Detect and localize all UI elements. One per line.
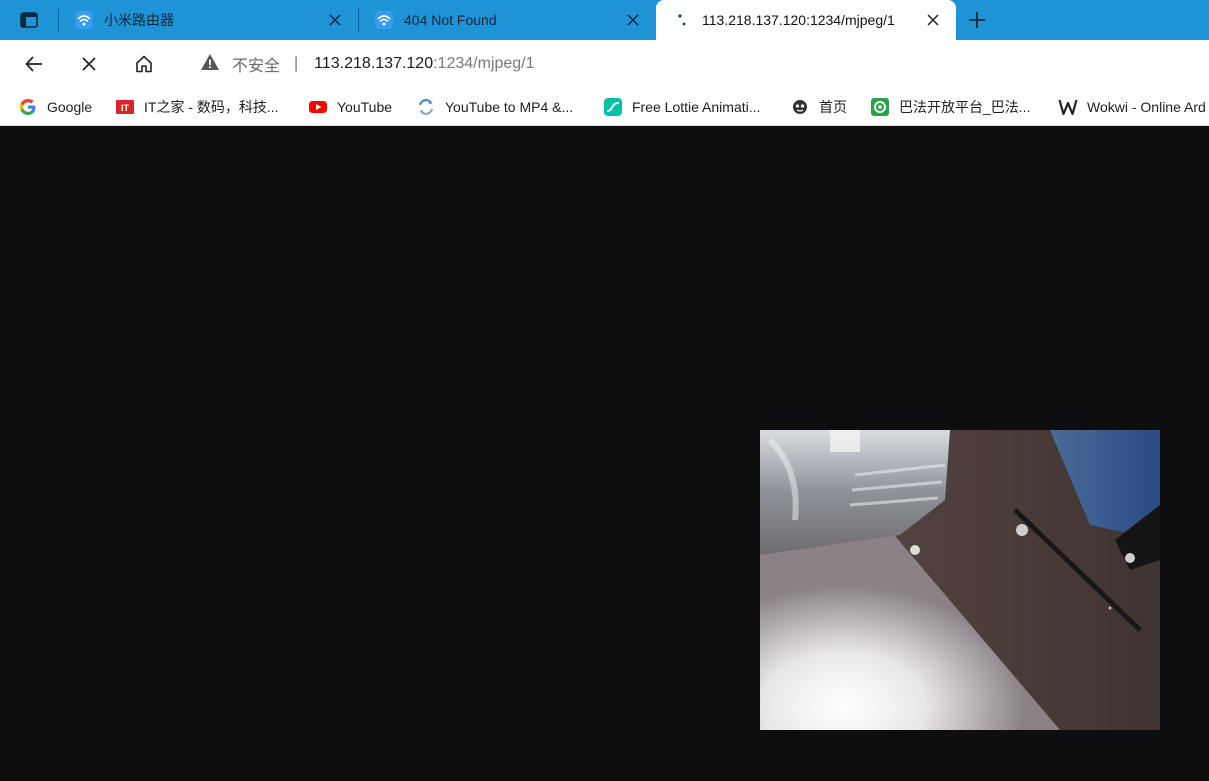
wokwi-icon [1058, 97, 1078, 117]
bookmarks-bar: Google IT IT之家 - 数码，科技... YouTube YouTub… [0, 88, 1209, 126]
close-icon [82, 57, 96, 71]
tab-title: 小米路由器 [104, 12, 174, 28]
bookmark-label: Free Lottie Animati... [632, 99, 761, 115]
tab-actions-button[interactable] [0, 0, 58, 40]
back-arrow-icon [25, 56, 42, 72]
plus-icon [969, 12, 985, 28]
bookmark-lottie[interactable]: Free Lottie Animati... [603, 95, 760, 119]
google-icon [18, 97, 38, 117]
warning-icon[interactable] [200, 53, 220, 76]
bookmark-label: Google [47, 99, 93, 115]
wifi-icon [74, 10, 94, 30]
url-path: :1234/mjpeg/1 [433, 55, 535, 72]
home-icon [136, 55, 152, 73]
converter-icon [416, 97, 436, 117]
bookmark-ithome[interactable]: IT IT之家 - 数码，科技... [115, 95, 279, 119]
camera-frame-image [760, 430, 1160, 730]
wifi-icon [374, 10, 394, 30]
bookmark-bemfa[interactable]: 巴法开放平台_巴法... [870, 95, 1030, 119]
loading-spinner-icon [672, 10, 692, 30]
tab-actions-icon [20, 12, 38, 28]
toolbar: 不安全 | 113.218.137.120:1234/mjpeg/1 [0, 40, 1209, 88]
tab-title: 404 Not Found [404, 12, 497, 28]
bookmark-wokwi[interactable]: Wokwi - Online Ard [1058, 95, 1206, 119]
bookmark-youtube-to-mp4[interactable]: YouTube to MP4 &... [416, 95, 573, 119]
mjpeg-camera-stream [760, 430, 1160, 730]
bookmark-label: Wokwi - Online Ard [1087, 99, 1206, 115]
address-divider: | [294, 55, 299, 72]
tab-strip: 小米路由器 404 Not Found 113.218.137.120:1234… [0, 0, 1209, 40]
close-tab-button[interactable] [622, 9, 644, 31]
new-tab-button[interactable] [962, 5, 992, 35]
close-tab-button[interactable] [922, 9, 944, 31]
close-icon [329, 14, 341, 26]
bookmark-label: YouTube [337, 99, 393, 115]
page-viewport [0, 127, 1209, 781]
home-page-icon [790, 97, 810, 117]
ithome-icon: IT [115, 97, 135, 117]
home-button[interactable] [127, 48, 161, 80]
bookmark-label: YouTube to MP4 &... [445, 99, 574, 115]
back-button[interactable] [17, 48, 51, 80]
bookmark-label: 首页 [819, 99, 847, 115]
security-status-label[interactable]: 不安全 [232, 52, 280, 76]
tab-mjpeg-stream[interactable]: 113.218.137.120:1234/mjpeg/1 [656, 0, 956, 40]
svg-text:IT: IT [121, 103, 130, 113]
bookmark-label: 巴法开放平台_巴法... [899, 99, 1031, 115]
close-tab-button[interactable] [324, 9, 346, 31]
close-icon [627, 14, 639, 26]
bookmark-label: IT之家 - 数码，科技... [144, 99, 279, 115]
bookmark-home-page[interactable]: 首页 [790, 95, 847, 119]
address-bar[interactable]: 不安全 | 113.218.137.120:1234/mjpeg/1 [182, 46, 1209, 82]
tab-404-not-found[interactable]: 404 Not Found [358, 0, 656, 40]
stop-loading-button[interactable] [72, 48, 106, 80]
bemfa-icon [870, 97, 890, 117]
url-host: 113.218.137.120 [314, 55, 434, 72]
bookmark-youtube[interactable]: YouTube [308, 95, 392, 119]
youtube-icon [308, 97, 328, 117]
lottie-icon [603, 97, 623, 117]
tab-xiaomi-router[interactable]: 小米路由器 [58, 0, 358, 40]
close-icon [927, 14, 939, 26]
bookmark-google[interactable]: Google [18, 95, 92, 119]
tab-title: 113.218.137.120:1234/mjpeg/1 [702, 12, 895, 28]
